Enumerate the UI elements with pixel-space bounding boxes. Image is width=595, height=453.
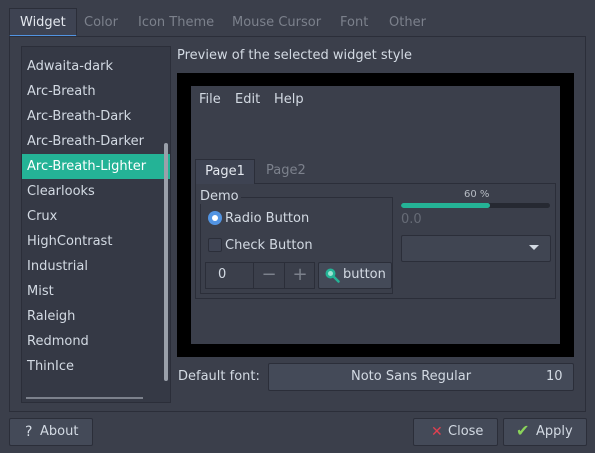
spin-minus-button[interactable]: − xyxy=(253,262,284,289)
default-font-label: Default font: xyxy=(178,369,260,384)
menu-edit[interactable]: Edit xyxy=(235,92,260,107)
list-item[interactable]: HighContrast xyxy=(22,229,170,254)
tab-other[interactable]: Other xyxy=(389,9,426,36)
list-item[interactable]: Adwaita-dark xyxy=(22,54,170,79)
list-item[interactable]: Redmond xyxy=(22,329,170,354)
list-item[interactable]: Clearlooks xyxy=(22,179,170,204)
demo-group-label: Demo xyxy=(200,189,241,204)
check-button[interactable] xyxy=(208,238,222,252)
spin-value[interactable]: 0 xyxy=(218,267,226,282)
list-item[interactable]: ThinIce xyxy=(22,354,170,379)
checkmark-icon: ✔ xyxy=(516,421,530,440)
apply-button-label: Apply xyxy=(536,424,573,439)
list-item[interactable]: Arc-Breath-Dark xyxy=(22,104,170,129)
list-item[interactable]: Industrial xyxy=(22,254,170,279)
preview-title: Preview of the selected widget style xyxy=(177,48,413,63)
tab-icon-theme[interactable]: Icon Theme xyxy=(138,9,214,36)
slider-value: 0.0 xyxy=(401,212,422,227)
radio-button-label: Radio Button xyxy=(225,211,310,226)
list-vertical-scrollbar[interactable] xyxy=(164,143,168,381)
list-item[interactable]: Crux xyxy=(22,204,170,229)
list-item[interactable]: Mist xyxy=(22,279,170,304)
close-icon: ✕ xyxy=(431,424,443,440)
preview-tab-page2[interactable]: Page2 xyxy=(266,159,306,184)
search-icon xyxy=(325,268,340,283)
list-item[interactable]: Raleigh xyxy=(22,304,170,329)
menu-help[interactable]: Help xyxy=(274,92,304,107)
theme-list[interactable]: Adwaita-dark Arc-Breath Arc-Breath-Dark … xyxy=(21,46,171,403)
tab-mouse-cursor[interactable]: Mouse Cursor xyxy=(232,9,321,36)
progress-bar xyxy=(401,203,550,208)
list-horizontal-scrollbar[interactable] xyxy=(26,397,143,399)
menu-file[interactable]: File xyxy=(199,92,221,107)
list-item[interactable]: Arc-Breath-Darker xyxy=(22,129,170,154)
help-icon: ? xyxy=(25,424,33,440)
list-item[interactable]: Arc-Breath xyxy=(22,79,170,104)
font-size: 10 xyxy=(546,369,563,384)
check-button-label: Check Button xyxy=(225,238,313,253)
preview-tab-page1[interactable]: Page1 xyxy=(195,159,255,184)
about-button-label: About xyxy=(40,424,79,439)
radio-button[interactable] xyxy=(208,211,222,225)
tab-color[interactable]: Color xyxy=(84,9,118,36)
tab-widget[interactable]: Widget xyxy=(9,8,77,37)
preview-button-label: button xyxy=(343,267,386,282)
tab-font[interactable]: Font xyxy=(340,9,368,36)
chevron-down-icon xyxy=(529,245,539,250)
font-name: Noto Sans Regular xyxy=(351,369,472,384)
list-item-selected[interactable]: Arc-Breath-Lighter xyxy=(22,154,170,179)
spin-plus-button[interactable]: + xyxy=(284,262,315,289)
progress-label: 60 % xyxy=(464,189,490,200)
close-button-label: Close xyxy=(448,424,484,439)
progress-bar-fill xyxy=(401,203,491,208)
